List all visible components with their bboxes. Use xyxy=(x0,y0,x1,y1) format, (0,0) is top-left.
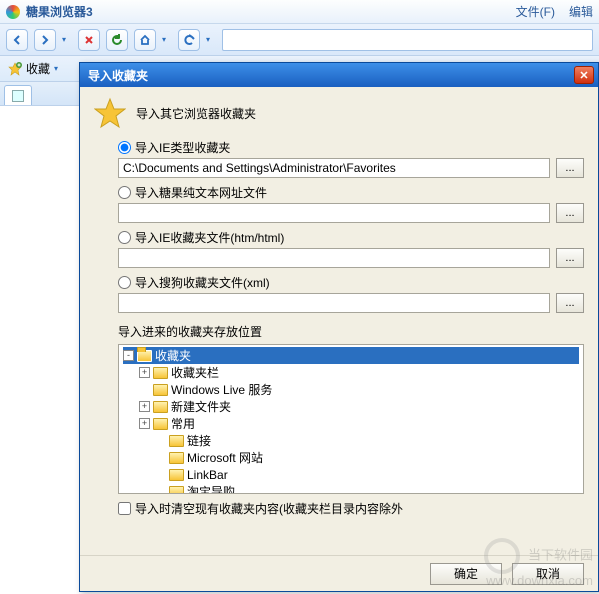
dialog-body: 导入其它浏览器收藏夹 导入IE类型收藏夹 ... 导入糖果纯文本网址文件 ...… xyxy=(80,87,598,555)
favorites-label[interactable]: 收藏 xyxy=(26,60,50,77)
tree-item-label: 新建文件夹 xyxy=(171,398,231,415)
tree-item-label: 收藏夹 xyxy=(155,347,191,364)
tree-item-label: Windows Live 服务 xyxy=(171,381,272,398)
tree-item[interactable]: Microsoft 网站 xyxy=(123,449,579,466)
tree-item[interactable]: + 常用 xyxy=(123,415,579,432)
dialog-buttons: 确定 取消 xyxy=(80,555,598,591)
expand-icon[interactable]: + xyxy=(139,401,150,412)
add-favorite-icon[interactable] xyxy=(8,62,22,76)
clear-checkbox-label: 导入时清空现有收藏夹内容(收藏夹栏目录内容除外 xyxy=(135,500,403,517)
window-title: 糖果浏览器3 xyxy=(26,3,516,20)
dialog-titlebar: 导入收藏夹 ✕ xyxy=(80,63,598,87)
folder-icon xyxy=(153,401,168,413)
tree-item[interactable]: 链接 xyxy=(123,432,579,449)
dialog-title: 导入收藏夹 xyxy=(88,67,574,84)
folder-icon xyxy=(137,350,152,362)
expand-spacer xyxy=(155,435,166,446)
menubar: 文件(F) 编辑 xyxy=(516,3,593,20)
import-favorites-dialog: 导入收藏夹 ✕ 导入其它浏览器收藏夹 导入IE类型收藏夹 ... 导入糖果纯文本… xyxy=(79,62,599,592)
folder-icon xyxy=(153,384,168,396)
tree-item-label: LinkBar xyxy=(187,468,228,482)
browse-button-txt[interactable]: ... xyxy=(556,203,584,223)
clear-checkbox-row[interactable]: 导入时清空现有收藏夹内容(收藏夹栏目录内容除外 xyxy=(118,500,584,517)
ok-button[interactable]: 确定 xyxy=(430,563,502,585)
path-row-htm: ... xyxy=(118,248,584,268)
dest-label: 导入进来的收藏夹存放位置 xyxy=(118,323,584,340)
tree-item[interactable]: LinkBar xyxy=(123,466,579,483)
path-input-htm[interactable] xyxy=(118,248,550,268)
folder-icon xyxy=(153,418,168,430)
path-input-xml[interactable] xyxy=(118,293,550,313)
opt-txt-label: 导入糖果纯文本网址文件 xyxy=(135,184,267,201)
tree-item[interactable]: + 收藏夹栏 xyxy=(123,364,579,381)
tree-item-label: Microsoft 网站 xyxy=(187,449,263,466)
history-dropdown-icon[interactable]: ▾ xyxy=(62,35,72,44)
opt-htm[interactable]: 导入IE收藏夹文件(htm/html) xyxy=(118,229,584,246)
tree-item[interactable]: - 收藏夹 xyxy=(123,347,579,364)
path-row-xml: ... xyxy=(118,293,584,313)
app-logo-icon xyxy=(6,5,20,19)
opt-ie[interactable]: 导入IE类型收藏夹 xyxy=(118,139,584,156)
radio-txt[interactable] xyxy=(118,186,131,199)
expand-spacer xyxy=(139,384,150,395)
folder-icon xyxy=(153,367,168,379)
folder-icon xyxy=(169,486,184,495)
opt-txt[interactable]: 导入糖果纯文本网址文件 xyxy=(118,184,584,201)
undo-button[interactable] xyxy=(178,29,200,51)
tree-item-label: 收藏夹栏 xyxy=(171,364,219,381)
home-button[interactable] xyxy=(134,29,156,51)
address-bar[interactable] xyxy=(222,29,593,51)
home-dropdown-icon[interactable]: ▾ xyxy=(162,35,172,44)
forward-button[interactable] xyxy=(34,29,56,51)
dest-tree[interactable]: - 收藏夹 + 收藏夹栏Windows Live 服务 + 新建文件夹 + 常用链接Micro… xyxy=(118,344,584,494)
browse-button-ie[interactable]: ... xyxy=(556,158,584,178)
nav-toolbar: ▾ ▾ ▾ xyxy=(0,24,599,56)
expand-icon[interactable]: + xyxy=(139,418,150,429)
tab-blank[interactable] xyxy=(4,85,32,105)
stop-button[interactable] xyxy=(78,29,100,51)
opt-ie-label: 导入IE类型收藏夹 xyxy=(135,139,230,156)
opt-htm-label: 导入IE收藏夹文件(htm/html) xyxy=(135,229,284,246)
path-input-ie[interactable] xyxy=(118,158,550,178)
path-input-txt[interactable] xyxy=(118,203,550,223)
back-button[interactable] xyxy=(6,29,28,51)
radio-htm[interactable] xyxy=(118,231,131,244)
menu-edit[interactable]: 编辑 xyxy=(569,3,593,20)
reload-button[interactable] xyxy=(106,29,128,51)
browse-button-htm[interactable]: ... xyxy=(556,248,584,268)
close-button[interactable]: ✕ xyxy=(574,66,594,84)
menu-file[interactable]: 文件(F) xyxy=(516,3,555,20)
expand-spacer xyxy=(155,452,166,463)
titlebar: 糖果浏览器3 文件(F) 编辑 xyxy=(0,0,599,24)
folder-icon xyxy=(169,435,184,447)
opt-xml[interactable]: 导入搜狗收藏夹文件(xml) xyxy=(118,274,584,291)
radio-ie[interactable] xyxy=(118,141,131,154)
expand-icon[interactable]: + xyxy=(139,367,150,378)
tree-item[interactable]: + 新建文件夹 xyxy=(123,398,579,415)
clear-checkbox[interactable] xyxy=(118,502,131,515)
intro-text: 导入其它浏览器收藏夹 xyxy=(136,105,256,122)
opt-xml-label: 导入搜狗收藏夹文件(xml) xyxy=(135,274,270,291)
expand-spacer xyxy=(155,469,166,480)
dialog-intro: 导入其它浏览器收藏夹 xyxy=(94,97,584,129)
page-icon xyxy=(12,90,24,102)
undo-dropdown-icon[interactable]: ▾ xyxy=(206,35,216,44)
folder-icon xyxy=(169,469,184,481)
tree-item[interactable]: Windows Live 服务 xyxy=(123,381,579,398)
tree-item-label: 淘宝导购 xyxy=(187,483,235,494)
cancel-button[interactable]: 取消 xyxy=(512,563,584,585)
path-row-txt: ... xyxy=(118,203,584,223)
folder-icon xyxy=(169,452,184,464)
radio-xml[interactable] xyxy=(118,276,131,289)
tree-item[interactable]: 淘宝导购 xyxy=(123,483,579,494)
tree-item-label: 常用 xyxy=(171,415,195,432)
browse-button-xml[interactable]: ... xyxy=(556,293,584,313)
favorites-dropdown-icon[interactable]: ▾ xyxy=(54,64,64,73)
expand-spacer xyxy=(155,486,166,494)
star-icon xyxy=(94,97,126,129)
path-row-ie: ... xyxy=(118,158,584,178)
tree-item-label: 链接 xyxy=(187,432,211,449)
collapse-icon[interactable]: - xyxy=(123,350,134,361)
